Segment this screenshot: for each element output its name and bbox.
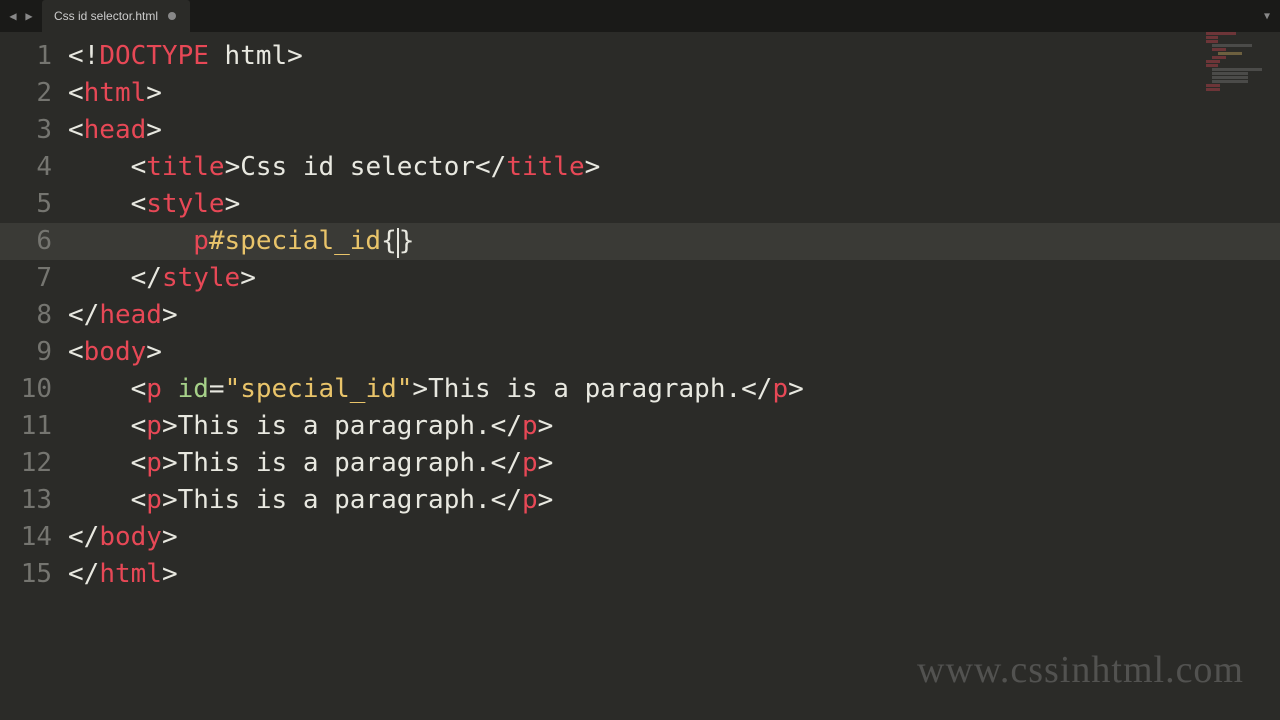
line-number: 12 <box>0 445 62 482</box>
line-number: 3 <box>0 112 62 149</box>
code-line[interactable]: <!DOCTYPE html> <box>62 38 1280 75</box>
code-line[interactable]: <html> <box>62 75 1280 112</box>
code-line[interactable]: <p>This is a paragraph.</p> <box>62 445 1280 482</box>
code-line[interactable]: <p>This is a paragraph.</p> <box>62 408 1280 445</box>
line-number: 15 <box>0 556 62 593</box>
code-area[interactable]: <!DOCTYPE html><html><head> <title>Css i… <box>62 32 1280 720</box>
file-tab[interactable]: Css id selector.html <box>42 0 190 32</box>
editor[interactable]: 123456789101112131415 <!DOCTYPE html><ht… <box>0 32 1280 720</box>
dirty-indicator-icon <box>168 12 176 20</box>
code-line[interactable]: <head> <box>62 112 1280 149</box>
line-number: 13 <box>0 482 62 519</box>
code-line[interactable]: <p>This is a paragraph.</p> <box>62 482 1280 519</box>
code-line[interactable]: p#special_id{} <box>62 223 1280 260</box>
text-cursor <box>397 228 399 258</box>
line-number: 10 <box>0 371 62 408</box>
line-number: 5 <box>0 186 62 223</box>
tab-title: Css id selector.html <box>54 9 158 23</box>
line-number: 8 <box>0 297 62 334</box>
code-line[interactable]: <body> <box>62 334 1280 371</box>
tab-bar: ◀ ▶ Css id selector.html ▼ <box>0 0 1280 32</box>
line-number: 4 <box>0 149 62 186</box>
nav-back-icon[interactable]: ◀ <box>6 9 20 23</box>
line-number: 1 <box>0 38 62 75</box>
code-line[interactable]: </body> <box>62 519 1280 556</box>
line-number: 6 <box>0 223 62 260</box>
line-number: 14 <box>0 519 62 556</box>
minimap[interactable] <box>1206 32 1276 92</box>
nav-forward-icon[interactable]: ▶ <box>22 9 36 23</box>
code-line[interactable]: <p id="special_id">This is a paragraph.<… <box>62 371 1280 408</box>
code-line[interactable]: </head> <box>62 297 1280 334</box>
watermark: www.cssinhtml.com <box>917 648 1244 692</box>
line-number-gutter: 123456789101112131415 <box>0 32 62 720</box>
nav-arrows: ◀ ▶ <box>0 9 42 23</box>
line-number: 11 <box>0 408 62 445</box>
line-number: 7 <box>0 260 62 297</box>
line-number: 2 <box>0 75 62 112</box>
tab-dropdown-icon[interactable]: ▼ <box>1264 11 1280 22</box>
code-line[interactable]: </style> <box>62 260 1280 297</box>
line-number: 9 <box>0 334 62 371</box>
code-line[interactable]: <style> <box>62 186 1280 223</box>
code-line[interactable]: </html> <box>62 556 1280 593</box>
code-line[interactable]: <title>Css id selector</title> <box>62 149 1280 186</box>
